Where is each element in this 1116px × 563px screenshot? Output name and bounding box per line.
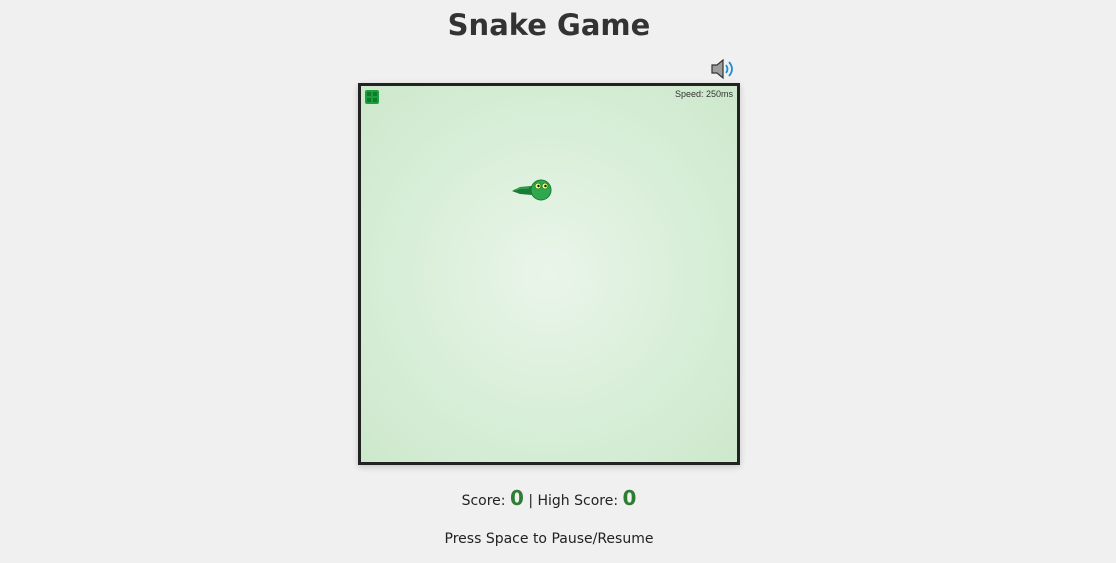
- pause-hint: Press Space to Pause/Resume: [444, 531, 654, 547]
- snake-head-icon: [530, 179, 552, 201]
- sound-toggle-button[interactable]: [710, 58, 736, 80]
- high-score-value: 0: [622, 486, 637, 510]
- page-title: Snake Game: [447, 8, 651, 42]
- food-icon: [365, 90, 379, 104]
- score-separator: |: [528, 493, 534, 509]
- game-board[interactable]: Speed: 250ms: [358, 83, 740, 465]
- score-label: Score:: [461, 493, 506, 509]
- score-line: Score: 0 | High Score: 0: [0, 486, 1098, 510]
- high-score-label: High Score:: [537, 493, 619, 509]
- speaker-icon: [711, 58, 733, 80]
- snake: [512, 179, 552, 201]
- score-value: 0: [509, 486, 524, 510]
- speed-indicator: Speed: 250ms: [674, 89, 733, 99]
